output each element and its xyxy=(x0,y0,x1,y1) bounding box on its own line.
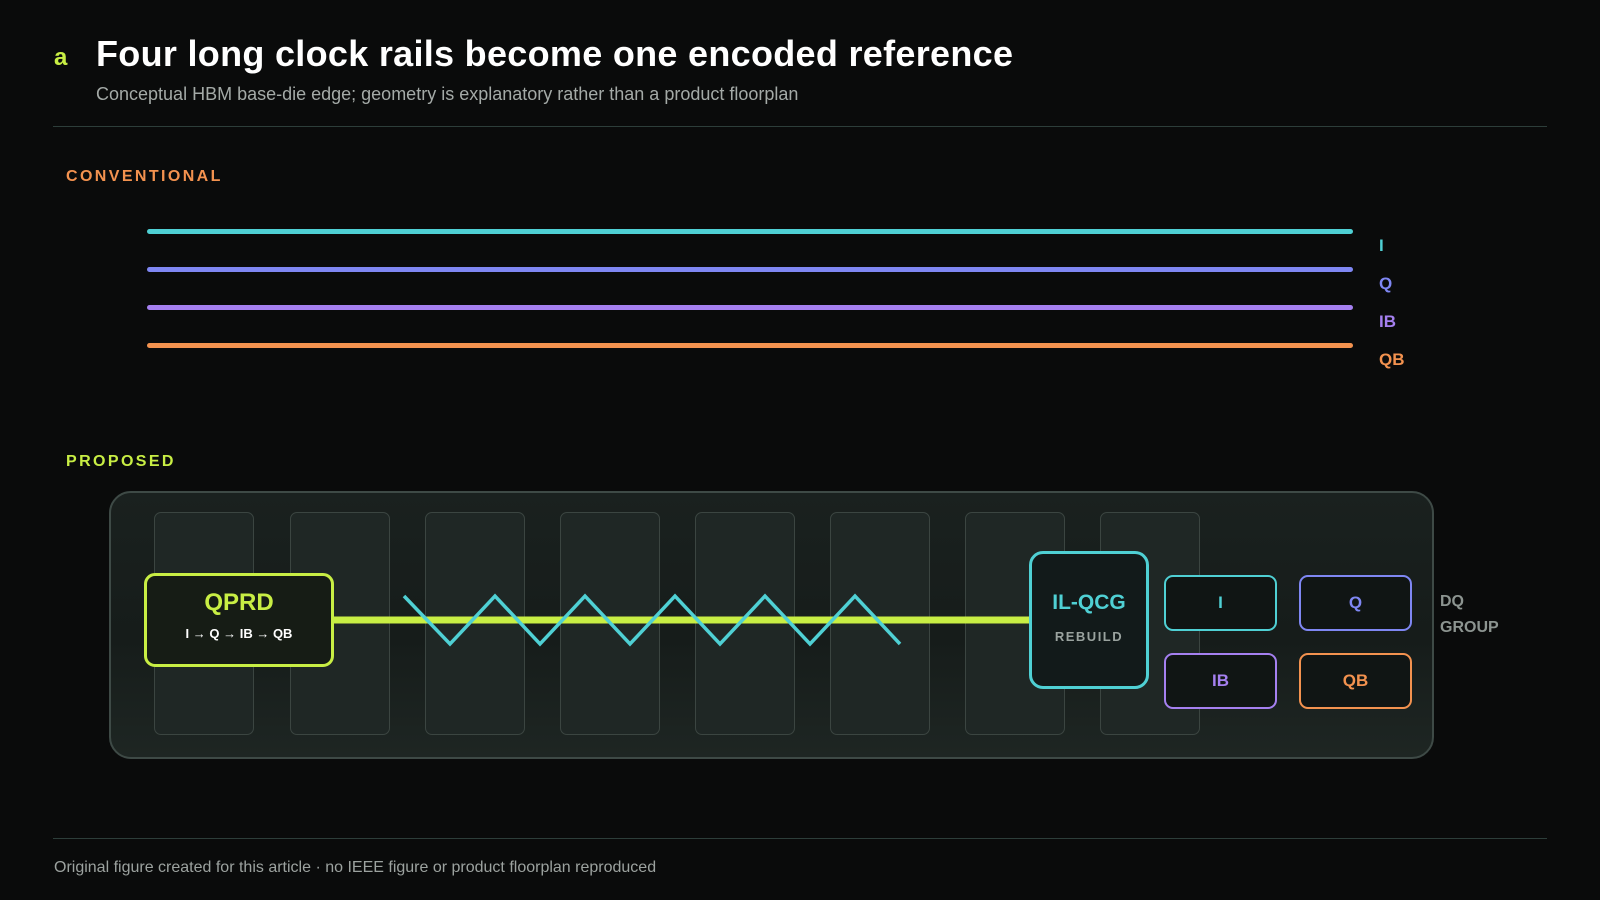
bottom-divider xyxy=(53,838,1547,839)
output-phase-qb: QB xyxy=(1299,653,1412,709)
ilqcg-block: IL-QCG REBUILD xyxy=(1029,551,1149,689)
ilqcg-subtitle: REBUILD xyxy=(1054,629,1124,644)
signal-overlay xyxy=(330,593,1030,647)
dq-group-label: DQ GROUP xyxy=(1440,589,1499,641)
footer-note: Original figure created for this article… xyxy=(54,859,657,876)
figure: a Four long clock rails become one encod… xyxy=(0,0,1600,900)
output-phase-i: I xyxy=(1164,575,1277,631)
ilqcg-title: IL-QCG xyxy=(1052,591,1126,614)
output-phase-q: Q xyxy=(1299,575,1412,631)
qprd-block: QPRD I → Q → IB → QB xyxy=(144,573,334,667)
qprd-sequence: I → Q → IB → QB xyxy=(185,626,293,641)
qprd-title: QPRD xyxy=(204,589,274,616)
dq-group-line2: GROUP xyxy=(1440,619,1499,636)
output-phase-ib: IB xyxy=(1164,653,1277,709)
dq-group-line1: DQ xyxy=(1440,593,1464,610)
